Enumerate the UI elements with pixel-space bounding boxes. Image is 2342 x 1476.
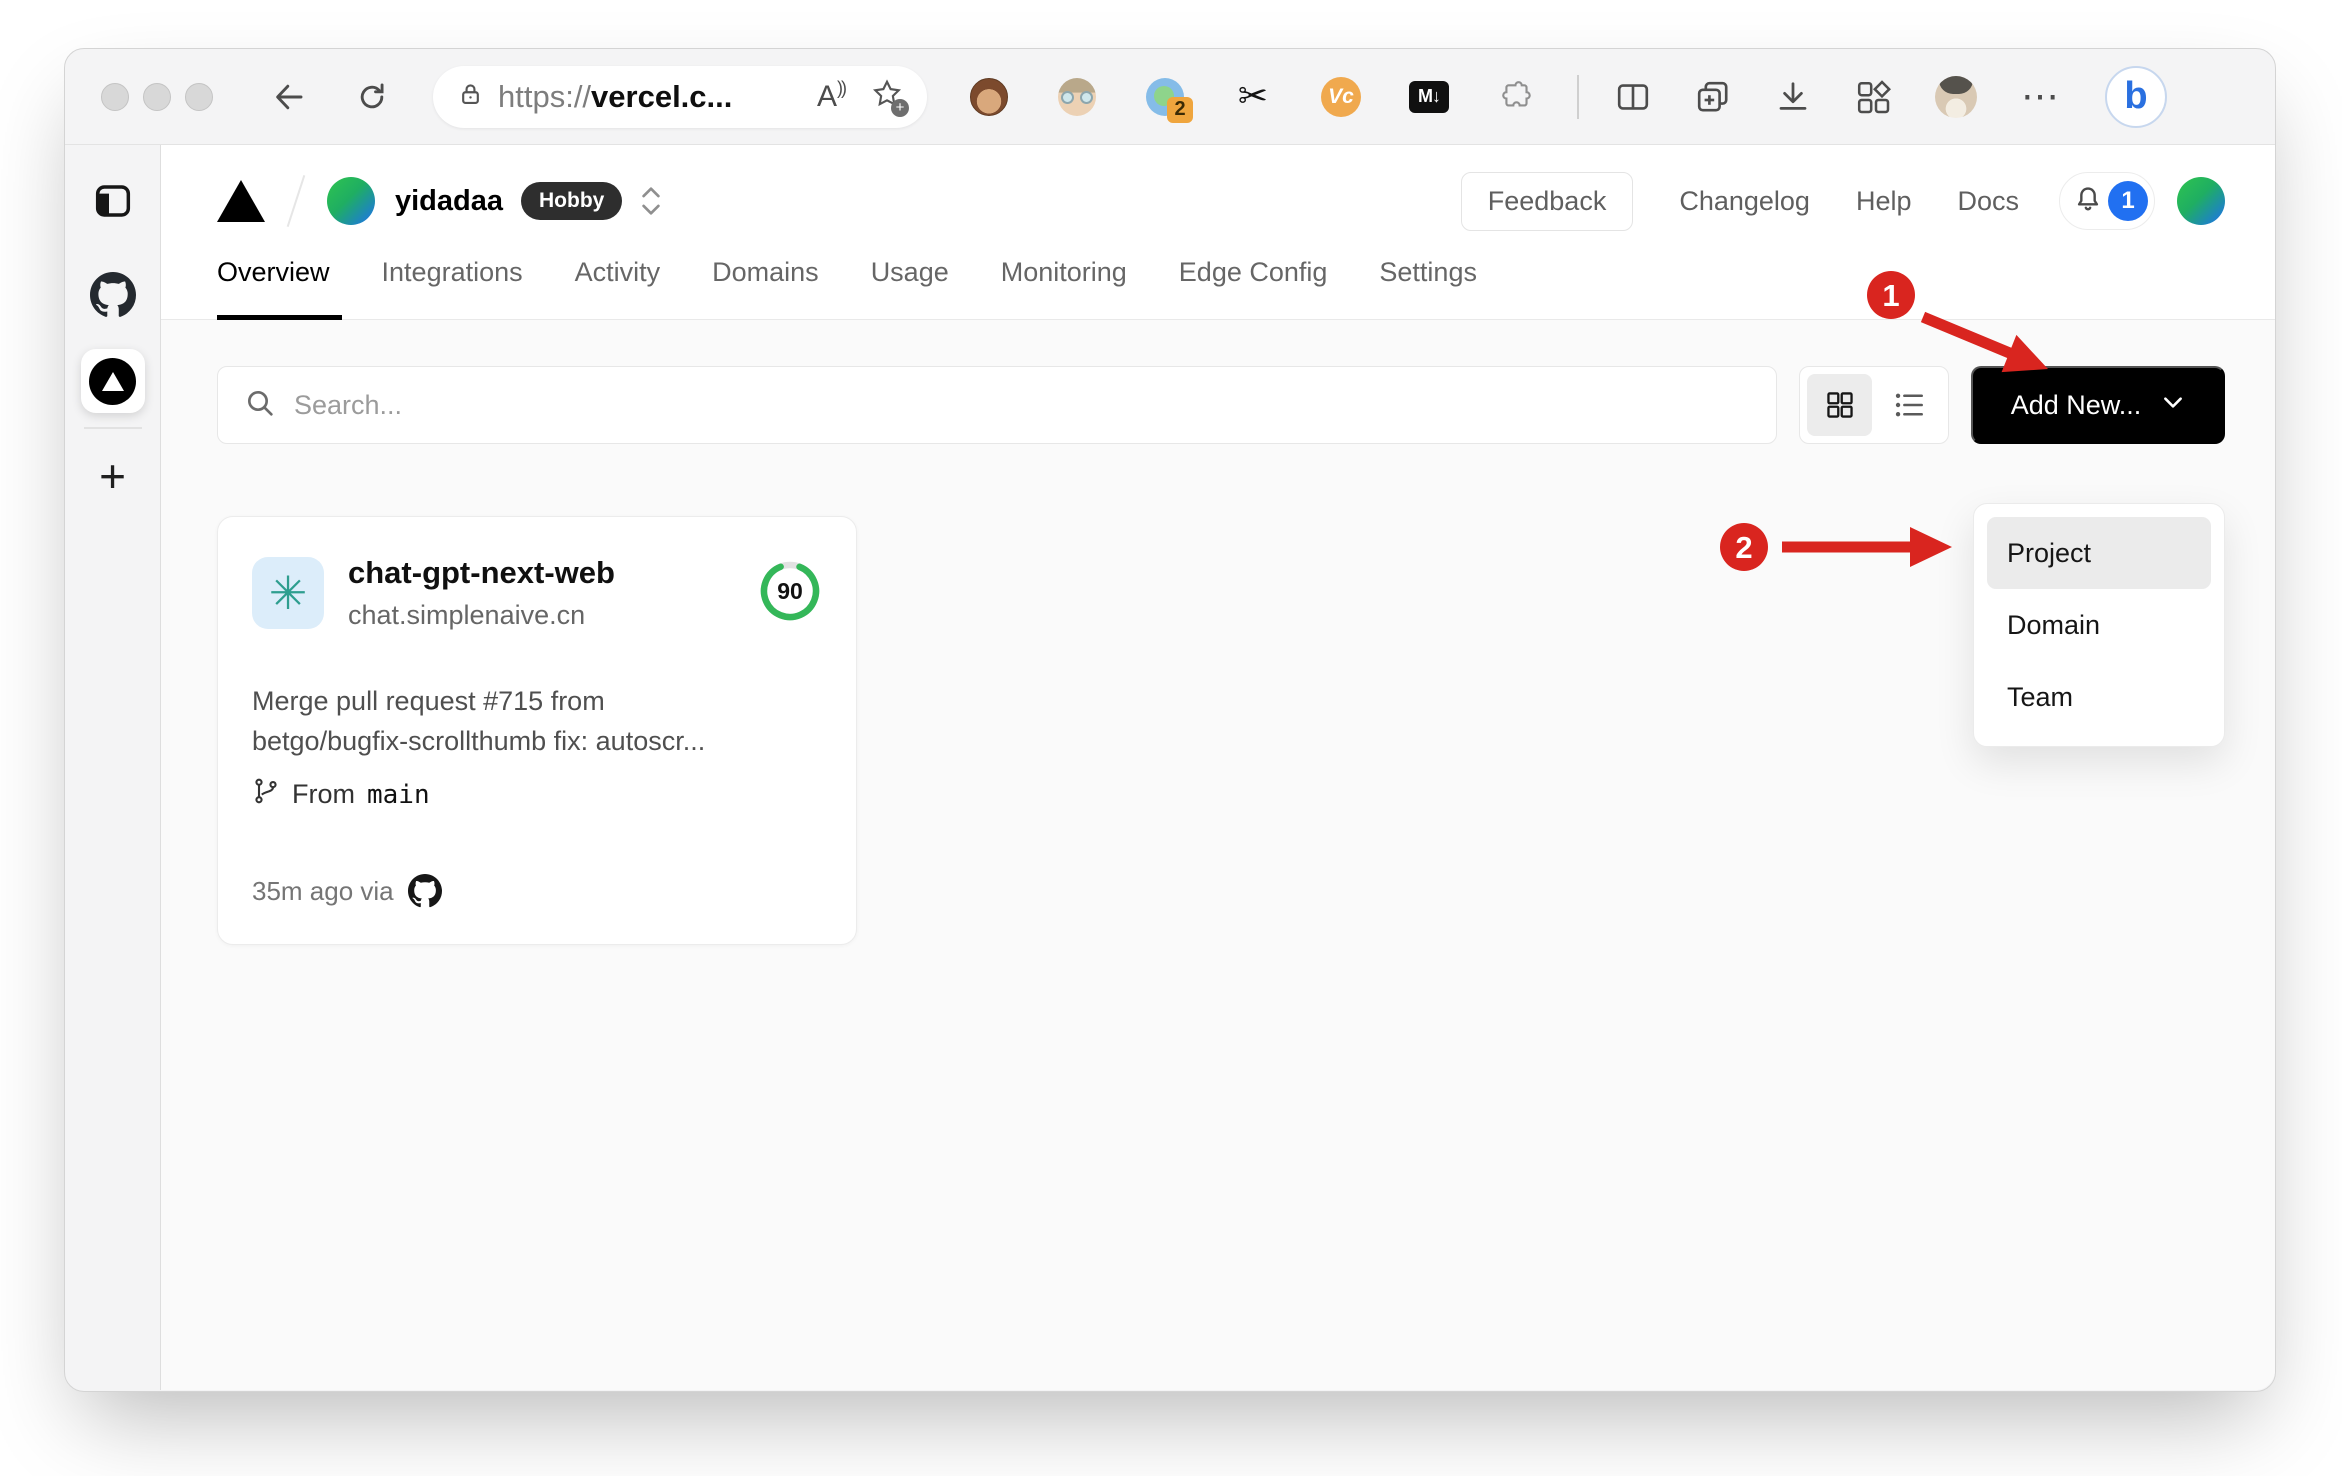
- close-window-button[interactable]: [101, 82, 129, 111]
- browser-profile-avatar[interactable]: [1935, 75, 1977, 118]
- tab-monitoring[interactable]: Monitoring: [975, 257, 1153, 319]
- tab-domains[interactable]: Domains: [686, 257, 845, 319]
- project-card[interactable]: ✳ chat-gpt-next-web chat.simplenaive.cn …: [217, 516, 857, 945]
- deployment-meta: 35m ago via: [252, 875, 394, 906]
- bell-icon: [2072, 183, 2104, 220]
- user-avatar[interactable]: [2177, 177, 2225, 225]
- star-plus-badge: +: [891, 99, 909, 117]
- maximize-window-button[interactable]: [185, 82, 213, 111]
- search-box: [217, 366, 1777, 444]
- url-host: vercel.c...: [591, 78, 733, 114]
- reload-icon[interactable]: [355, 80, 389, 114]
- add-new-dropdown: Project Domain Team: [1973, 503, 2225, 747]
- view-toggle: [1799, 366, 1949, 444]
- vercel-page: yidadaa Hobby Feedback Changelog Help Do…: [161, 145, 2275, 1390]
- commit-message: Merge pull request #715 from betgo/bugfi…: [252, 686, 706, 756]
- split-screen-icon[interactable]: [1615, 79, 1651, 115]
- dropdown-item-domain[interactable]: Domain: [1987, 589, 2211, 661]
- scissors-extension-icon[interactable]: ✂: [1233, 76, 1273, 117]
- list-view-button[interactable]: [1876, 374, 1941, 436]
- browser-window: https://vercel.c... A)) + 2 ✂ Vc M↓ ⋯ b …: [64, 48, 2276, 1392]
- changelog-link[interactable]: Changelog: [1679, 186, 1810, 217]
- score-ring: 90: [758, 559, 822, 628]
- dashboard-tabs: Overview Integrations Activity Domains U…: [161, 257, 2275, 320]
- chevron-down-icon: [2161, 390, 2185, 421]
- vercel-icon: [89, 357, 136, 405]
- toolbar-divider: [1577, 74, 1579, 119]
- dropdown-item-project[interactable]: Project: [1987, 517, 2211, 589]
- notification-count-badge: 1: [2108, 181, 2148, 221]
- status-extension-icon[interactable]: 2: [1145, 77, 1193, 123]
- tab-settings[interactable]: Settings: [1353, 257, 1503, 319]
- url-scheme: https://: [498, 78, 592, 114]
- downloads-icon[interactable]: [1775, 79, 1811, 115]
- url-text: https://vercel.c...: [498, 79, 817, 115]
- project-name[interactable]: chat-gpt-next-web: [348, 555, 615, 591]
- puzzle-extensions-icon[interactable]: [1497, 77, 1537, 117]
- more-menu-icon[interactable]: ⋯: [2021, 74, 2061, 119]
- search-icon: [244, 387, 276, 424]
- team-switcher-icon[interactable]: [638, 185, 664, 217]
- openai-logo-icon: ✳: [252, 557, 324, 629]
- branch-name: main: [367, 779, 430, 810]
- tab-usage[interactable]: Usage: [845, 257, 975, 319]
- vercel-sidebar-item-active[interactable]: [80, 349, 145, 413]
- window-controls: [101, 82, 213, 111]
- sidebar-panel-icon[interactable]: [93, 181, 133, 226]
- collections-add-icon[interactable]: [1695, 79, 1731, 115]
- sidebar-divider: [83, 427, 142, 429]
- docs-link[interactable]: Docs: [1957, 186, 2019, 217]
- edge-sidebar: +: [65, 145, 161, 1390]
- github-source-icon: [407, 874, 442, 908]
- feedback-button[interactable]: Feedback: [1460, 171, 1634, 231]
- plan-badge: Hobby: [521, 182, 623, 220]
- extensions-row: 2 ✂ Vc M↓: [969, 76, 1537, 123]
- vercel-header: yidadaa Hobby Feedback Changelog Help Do…: [161, 145, 2275, 257]
- toolbar-right-icons: ⋯ b: [1615, 65, 2167, 128]
- dashboard-content: Add New... ✳ chat-gpt-next-web chat.simp…: [161, 320, 2275, 1390]
- favorite-star-icon[interactable]: +: [871, 78, 909, 117]
- github-sidebar-icon[interactable]: [89, 272, 136, 323]
- tampermonkey-extension-icon[interactable]: [969, 77, 1009, 117]
- tab-overview[interactable]: Overview: [217, 257, 356, 320]
- score-value: 90: [777, 578, 803, 604]
- grid-view-button[interactable]: [1807, 374, 1872, 436]
- add-new-button[interactable]: Add New...: [1971, 366, 2225, 444]
- search-input[interactable]: [294, 389, 1750, 421]
- minimize-window-button[interactable]: [143, 82, 171, 111]
- tab-integrations[interactable]: Integrations: [356, 257, 549, 319]
- team-avatar[interactable]: [327, 177, 375, 225]
- lock-icon: [457, 81, 484, 113]
- address-bar[interactable]: https://vercel.c... A)) +: [433, 65, 927, 128]
- vc-extension-icon[interactable]: Vc: [1321, 76, 1361, 117]
- read-aloud-icon[interactable]: A)): [817, 78, 847, 114]
- bing-chat-icon[interactable]: b: [2105, 65, 2167, 128]
- dropdown-item-team[interactable]: Team: [1987, 661, 2211, 733]
- user-face-extension-icon[interactable]: [1057, 77, 1097, 117]
- notifications-button[interactable]: 1: [2059, 172, 2155, 230]
- tab-edge-config[interactable]: Edge Config: [1153, 257, 1354, 319]
- team-name[interactable]: yidadaa: [395, 185, 503, 218]
- browser-toolbar: https://vercel.c... A)) + 2 ✂ Vc M↓ ⋯ b: [65, 49, 2275, 145]
- sidebar-add-icon[interactable]: +: [99, 453, 126, 499]
- tab-activity[interactable]: Activity: [549, 257, 687, 319]
- markdown-extension-icon[interactable]: M↓: [1409, 77, 1449, 117]
- help-link[interactable]: Help: [1856, 186, 1912, 217]
- project-domain[interactable]: chat.simplenaive.cn: [348, 600, 615, 631]
- vercel-logo-icon[interactable]: [217, 180, 265, 222]
- git-branch-icon: [252, 777, 280, 812]
- breadcrumb-slash: [286, 175, 306, 227]
- back-icon[interactable]: [271, 79, 307, 115]
- apps-edit-icon[interactable]: [1855, 79, 1891, 115]
- branch-label: From: [292, 779, 355, 809]
- extension-badge: 2: [1167, 96, 1193, 123]
